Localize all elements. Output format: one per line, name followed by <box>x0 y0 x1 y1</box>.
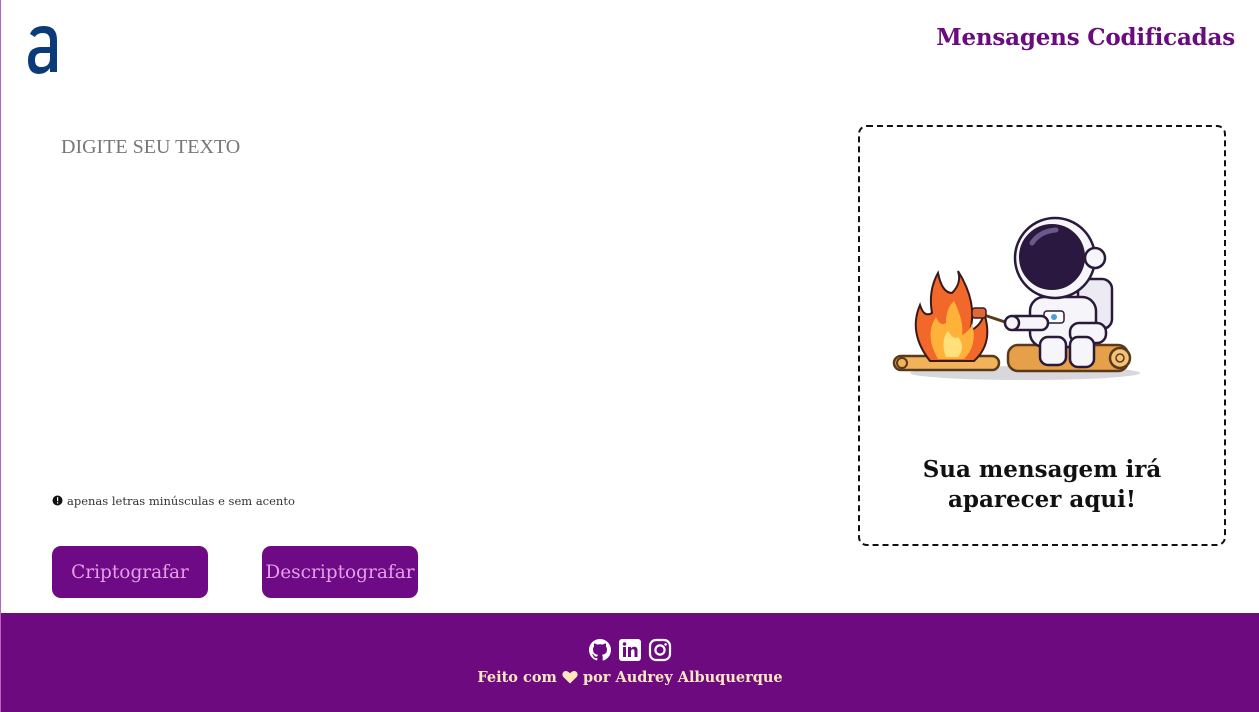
astronaut-campfire-illustration <box>890 213 1150 383</box>
message-input[interactable] <box>51 128 811 458</box>
footer-credits: Feito com por Audrey Albuquerque <box>1 669 1259 688</box>
output-panel: Sua mensagem irá aparecer aqui! <box>858 125 1226 546</box>
encrypt-button[interactable]: Criptografar <box>52 546 208 598</box>
credits-prefix: Feito com <box>477 669 557 686</box>
input-hint: apenas letras minúsculas e sem acento <box>52 491 295 510</box>
github-icon[interactable] <box>588 638 612 662</box>
credits-suffix: por Audrey Albuquerque <box>582 669 783 686</box>
info-circle-icon <box>52 491 63 510</box>
footer: Feito com por Audrey Albuquerque <box>1 613 1259 712</box>
output-message: Sua mensagem irá aparecer aqui! <box>922 456 1162 513</box>
social-links <box>1 638 1259 662</box>
logo-icon <box>25 22 61 76</box>
app-title: Mensagens Codificadas <box>936 24 1235 51</box>
heart-icon <box>562 670 578 688</box>
decrypt-button[interactable]: Descriptografar <box>262 546 418 598</box>
instagram-icon[interactable] <box>648 638 672 662</box>
linkedin-icon[interactable] <box>618 638 642 662</box>
hint-text: apenas letras minúsculas e sem acento <box>67 493 295 508</box>
